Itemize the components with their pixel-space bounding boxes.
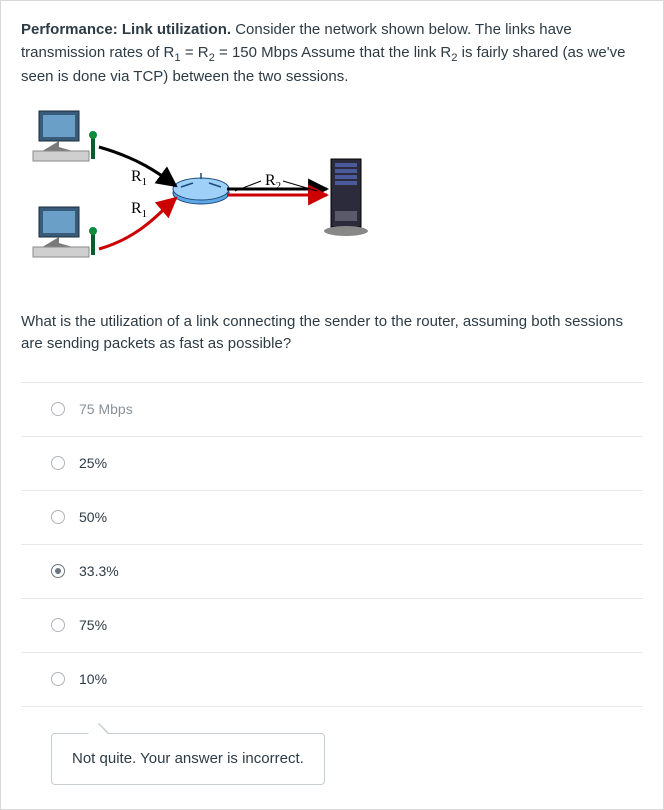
answer-option[interactable]: 75% — [21, 599, 643, 653]
question-title: Performance: Link utilization. — [21, 21, 231, 38]
radio-icon — [51, 672, 65, 686]
radio-icon — [51, 456, 65, 470]
answer-label: 75 Mbps — [79, 399, 133, 420]
feedback-text: Not quite. Your answer is incorrect. — [72, 750, 304, 767]
client-top-icon — [33, 111, 97, 161]
feedback-bubble: Not quite. Your answer is incorrect. — [51, 733, 325, 786]
network-diagram: R1 R1 R2 — [21, 103, 643, 293]
answer-option[interactable]: 33.3% — [21, 545, 643, 599]
router-icon — [173, 173, 229, 204]
answer-option[interactable]: 50% — [21, 491, 643, 545]
answer-label: 25% — [79, 453, 107, 474]
label-r1-bot: R1 — [131, 200, 147, 220]
answer-label: 10% — [79, 669, 107, 690]
answer-option[interactable]: 75 Mbps — [21, 383, 643, 437]
radio-icon — [51, 618, 65, 632]
answer-list: 75 Mbps 25% 50% 33.3% 75% 10% — [21, 382, 643, 707]
question-text: Performance: Link utilization. Consider … — [21, 19, 643, 89]
feedback-container: Not quite. Your answer is incorrect. — [51, 733, 643, 786]
label-r1-top: R1 — [131, 168, 147, 188]
answer-option[interactable]: 25% — [21, 437, 643, 491]
question-card: Performance: Link utilization. Consider … — [0, 0, 664, 810]
answer-label: 33.3% — [79, 561, 119, 582]
radio-icon — [51, 402, 65, 416]
answer-label: 50% — [79, 507, 107, 528]
answer-option[interactable]: 10% — [21, 653, 643, 707]
question-prompt: What is the utilization of a link connec… — [21, 311, 643, 356]
radio-icon — [51, 510, 65, 524]
answer-label: 75% — [79, 615, 107, 636]
server-icon — [324, 159, 368, 236]
radio-icon — [51, 564, 65, 578]
client-bottom-icon — [33, 207, 97, 257]
